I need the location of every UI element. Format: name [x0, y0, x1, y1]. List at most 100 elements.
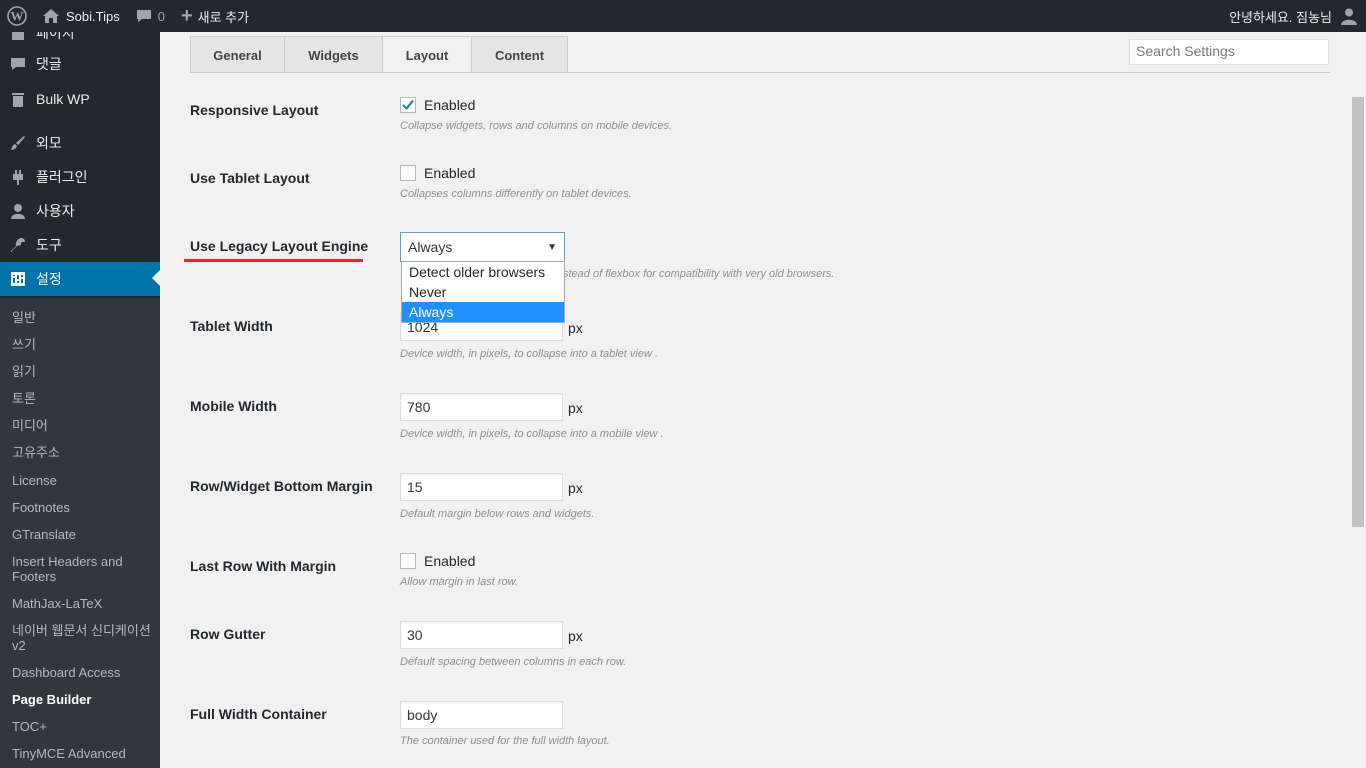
legacy-engine-desc: stead of flexbox for compatibility with … — [563, 268, 835, 280]
menu-tools[interactable]: 도구 — [0, 228, 160, 262]
bottom-margin-unit: px — [568, 480, 583, 496]
bottom-margin-label: Row/Widget Bottom Margin — [190, 478, 373, 494]
brush-icon — [0, 135, 36, 151]
submenu-license[interactable]: License — [12, 473, 152, 488]
menu-appearance[interactable]: 외모 — [0, 126, 160, 160]
row-gutter-unit: px — [568, 628, 583, 644]
tab-general[interactable]: General — [190, 36, 285, 73]
tablet-layout-desc: Collapses columns differently on tablet … — [400, 188, 632, 200]
menu-label: 설정 — [36, 271, 62, 287]
full-width-container-input[interactable]: body — [400, 701, 563, 729]
menu-label: 플러그인 — [36, 169, 88, 185]
menu-label: 도구 — [36, 237, 62, 253]
submenu-insert-headers-footers[interactable]: Insert Headers and Footers — [12, 554, 152, 584]
settings-icon — [0, 271, 36, 287]
legacy-engine-dropdown: Detect older browsers Never Always — [401, 261, 565, 323]
responsive-layout-enabled-label: Enabled — [424, 97, 476, 113]
bottom-margin-input[interactable]: 15 — [400, 473, 563, 501]
user-icon — [0, 203, 36, 219]
tab-divider — [190, 72, 1330, 73]
submenu-gtranslate[interactable]: GTranslate — [12, 527, 152, 542]
dropdown-arrow-icon: ▼ — [547, 242, 557, 253]
row-gutter-label: Row Gutter — [190, 626, 266, 642]
tablet-width-label: Tablet Width — [190, 318, 273, 334]
row-gutter-desc: Default spacing between columns in each … — [400, 656, 627, 668]
scrollbar-thumb[interactable] — [1352, 97, 1364, 527]
responsive-layout-desc: Collapse widgets, rows and columns on mo… — [400, 120, 673, 132]
menu-label: 사용자 — [36, 203, 75, 219]
tab-content[interactable]: Content — [471, 36, 568, 73]
tablet-layout-enabled-label: Enabled — [424, 165, 476, 181]
new-label: 새로 추가 — [197, 9, 250, 25]
menu-settings[interactable]: 설정 — [0, 262, 160, 296]
menu-plugins[interactable]: 플러그인 — [0, 160, 160, 194]
search-settings-input[interactable]: Search Settings — [1129, 39, 1329, 65]
legacy-engine-selected-value: Always — [408, 239, 453, 255]
admin-sidebar: 페이지 댓글 Bulk WP 외모 플러그인 사용자 도구 설정 일반 쓰기 읽… — [0, 32, 160, 768]
submenu-tinymce-advanced[interactable]: TinyMCE Advanced — [12, 746, 152, 761]
menu-label: 페이지 — [36, 32, 75, 41]
pages-icon — [0, 32, 36, 41]
new-content-link[interactable]: + 새로 추가 — [173, 0, 257, 32]
svg-text:W: W — [11, 9, 24, 24]
submenu-permalinks[interactable]: 고유주소 — [12, 445, 152, 460]
responsive-layout-label: Responsive Layout — [190, 102, 319, 118]
greeting: 안녕하세요. 짐농님 — [1229, 9, 1332, 25]
menu-users[interactable]: 사용자 — [0, 194, 160, 228]
menu-bulk-wp[interactable]: Bulk WP — [0, 82, 160, 116]
dropdown-option[interactable]: Detect older browsers — [402, 262, 564, 282]
menu-label: 외모 — [36, 135, 62, 151]
submenu-toc-plus[interactable]: TOC+ — [12, 719, 152, 734]
wrench-icon — [0, 237, 36, 253]
mobile-width-desc: Device width, in pixels, to collapse int… — [400, 428, 664, 440]
submenu-dashboard-access[interactable]: Dashboard Access — [12, 665, 152, 680]
mobile-width-input[interactable]: 780 — [400, 393, 563, 421]
site-name: Sobi.Tips — [66, 8, 120, 24]
plus-icon: + — [180, 4, 193, 27]
legacy-engine-label: Use Legacy Layout Engine — [190, 238, 369, 254]
responsive-layout-checkbox[interactable] — [400, 97, 416, 113]
submenu-reading[interactable]: 읽기 — [12, 364, 152, 379]
menu-label: Bulk WP — [36, 91, 90, 107]
site-name-link[interactable]: Sobi.Tips — [34, 0, 128, 32]
submenu-writing[interactable]: 쓰기 — [12, 337, 152, 352]
annotation-underline — [184, 259, 363, 262]
comments-count: 0 — [157, 8, 165, 24]
submenu-media[interactable]: 미디어 — [12, 418, 152, 433]
last-row-margin-label: Last Row With Margin — [190, 558, 337, 574]
tab-layout[interactable]: Layout — [382, 36, 472, 73]
submenu-general[interactable]: 일반 — [12, 310, 152, 325]
menu-comments[interactable]: 댓글 — [0, 47, 160, 81]
submenu-discussion[interactable]: 토론 — [12, 391, 152, 406]
my-account-link[interactable]: 안녕하세요. 짐농님 — [1221, 0, 1366, 32]
comments-link[interactable]: 0 — [128, 0, 173, 32]
tablet-layout-label: Use Tablet Layout — [190, 170, 310, 186]
submenu-naver-syndication[interactable]: 네이버 웹문서 신디케이션v2 — [12, 623, 152, 653]
home-icon — [43, 9, 59, 23]
mobile-width-unit: px — [568, 400, 583, 416]
submenu-mathjax[interactable]: MathJax-LaTeX — [12, 596, 152, 611]
legacy-engine-select[interactable]: Always ▼ — [400, 232, 565, 262]
tablet-width-desc: Device width, in pixels, to collapse int… — [400, 348, 659, 360]
last-row-margin-checkbox[interactable] — [400, 553, 416, 569]
comment-icon — [136, 10, 151, 22]
tablet-layout-checkbox[interactable] — [400, 165, 416, 181]
tablet-width-unit: px — [568, 320, 583, 336]
avatar-icon — [1341, 8, 1357, 25]
last-row-margin-enabled-label: Enabled — [424, 553, 476, 569]
menu-label: 댓글 — [36, 56, 62, 72]
settings-page: General Widgets Layout Content Search Se… — [160, 32, 1350, 768]
mobile-width-label: Mobile Width — [190, 398, 277, 414]
bottom-margin-desc: Default margin below rows and widgets. — [400, 508, 595, 520]
tab-widgets[interactable]: Widgets — [284, 36, 383, 73]
trash-icon — [0, 91, 36, 107]
page-scrollbar[interactable] — [1350, 32, 1366, 768]
row-gutter-input[interactable]: 30 — [400, 621, 563, 649]
checkmark-icon — [402, 99, 414, 111]
dropdown-option-selected[interactable]: Always — [402, 302, 564, 322]
dropdown-option[interactable]: Never — [402, 282, 564, 302]
submenu-page-builder[interactable]: Page Builder — [12, 692, 152, 707]
wordpress-logo-icon[interactable]: W — [0, 0, 34, 32]
full-width-container-label: Full Width Container — [190, 706, 327, 722]
submenu-footnotes[interactable]: Footnotes — [12, 500, 152, 515]
